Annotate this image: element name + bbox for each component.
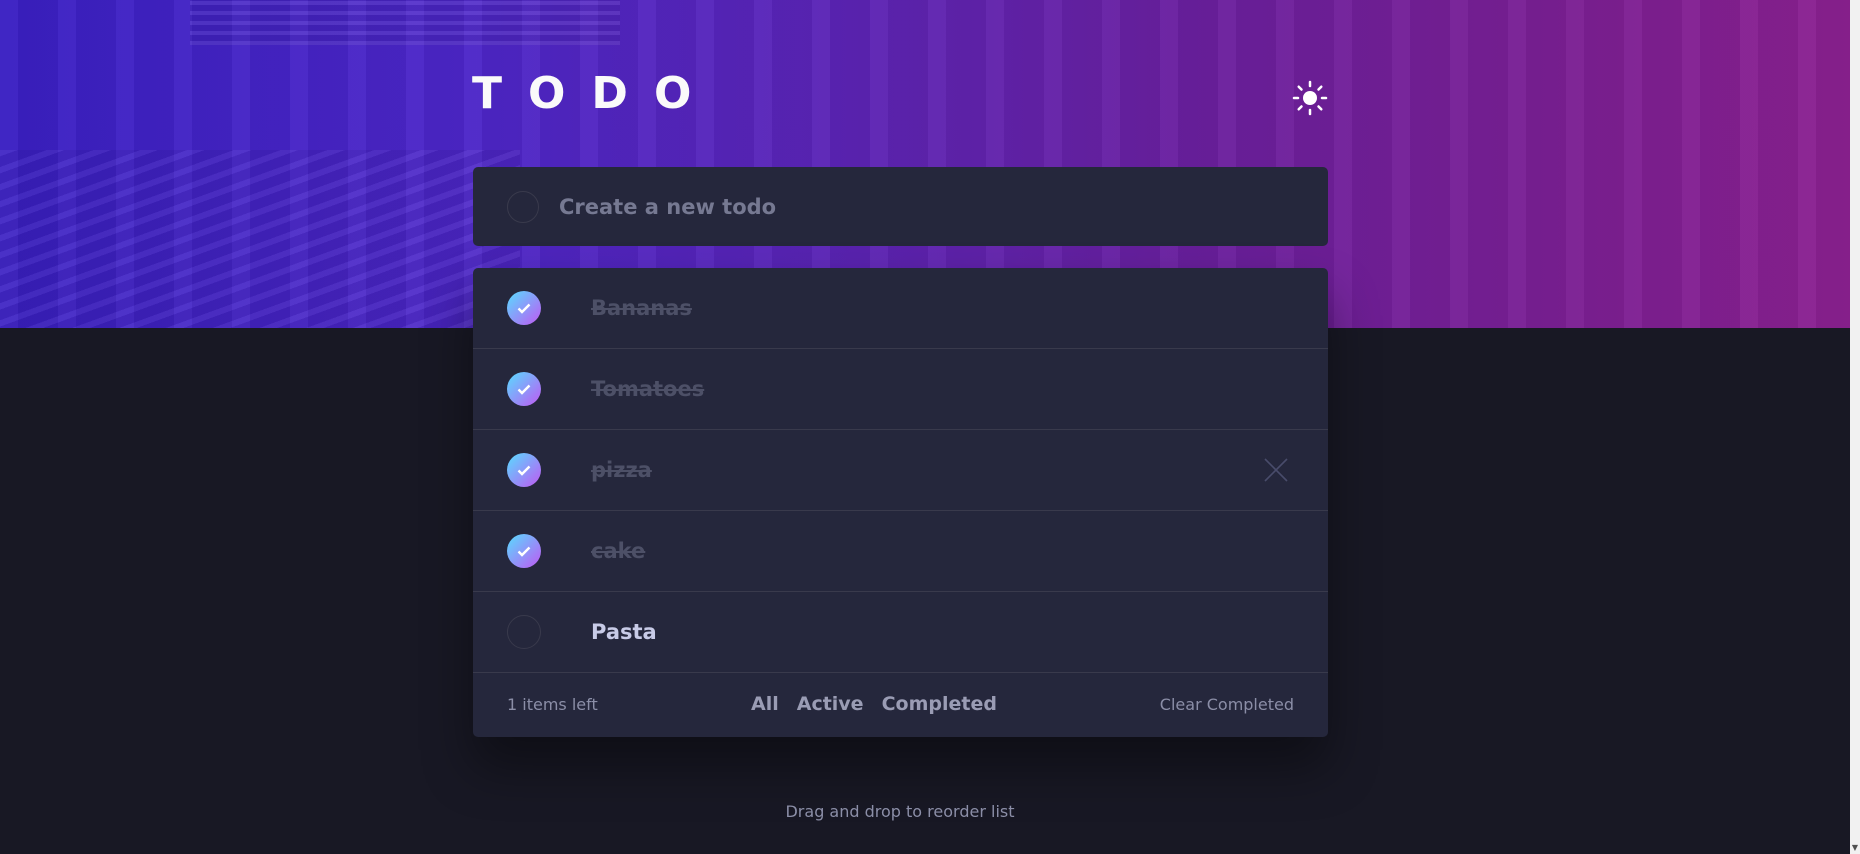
todo-item[interactable]: cake [473, 511, 1328, 592]
todo-checkbox-unchecked[interactable] [507, 615, 541, 649]
clear-completed-button[interactable]: Clear Completed [1160, 695, 1294, 714]
theme-toggle-button[interactable] [1292, 80, 1328, 116]
filter-group: All Active Completed [751, 693, 997, 715]
todo-item[interactable]: Tomatoes [473, 349, 1328, 430]
items-left-count: 1 items left [507, 695, 598, 714]
vertical-scrollbar[interactable]: ▼ [1850, 0, 1860, 854]
todo-label: Tomatoes [591, 377, 705, 401]
todo-label: Bananas [591, 296, 692, 320]
drag-drop-hint: Drag and drop to reorder list [785, 802, 1015, 821]
todo-footer: 1 items left All Active Completed Clear … [473, 673, 1328, 737]
filter-active[interactable]: Active [797, 693, 864, 715]
new-todo-checkbox[interactable] [507, 190, 539, 223]
new-todo-bar [473, 167, 1328, 246]
close-icon [1264, 458, 1288, 482]
scroll-down-arrow-icon[interactable]: ▼ [1851, 844, 1859, 852]
filter-all[interactable]: All [751, 693, 779, 715]
todo-label: cake [591, 539, 646, 563]
todo-checkbox-checked[interactable] [507, 291, 541, 325]
check-icon [517, 546, 531, 557]
page-title: TODO [472, 68, 718, 119]
todo-label: Pasta [591, 620, 657, 644]
todo-item[interactable]: Pasta [473, 592, 1328, 673]
check-icon [517, 384, 531, 395]
delete-todo-button[interactable] [1264, 458, 1288, 482]
todo-checkbox-checked[interactable] [507, 453, 541, 487]
new-todo-input[interactable] [557, 193, 1261, 220]
todo-label: pizza [591, 458, 652, 482]
todo-list: Bananas Tomatoes pizza cake Pasta 1 item… [473, 268, 1328, 737]
todo-checkbox-checked[interactable] [507, 372, 541, 406]
check-icon [517, 465, 531, 476]
todo-item[interactable]: Bananas [473, 268, 1328, 349]
todo-item[interactable]: pizza [473, 430, 1328, 511]
filter-completed[interactable]: Completed [882, 693, 997, 715]
check-icon [517, 303, 531, 314]
todo-checkbox-checked[interactable] [507, 534, 541, 568]
sun-icon [1292, 80, 1328, 116]
